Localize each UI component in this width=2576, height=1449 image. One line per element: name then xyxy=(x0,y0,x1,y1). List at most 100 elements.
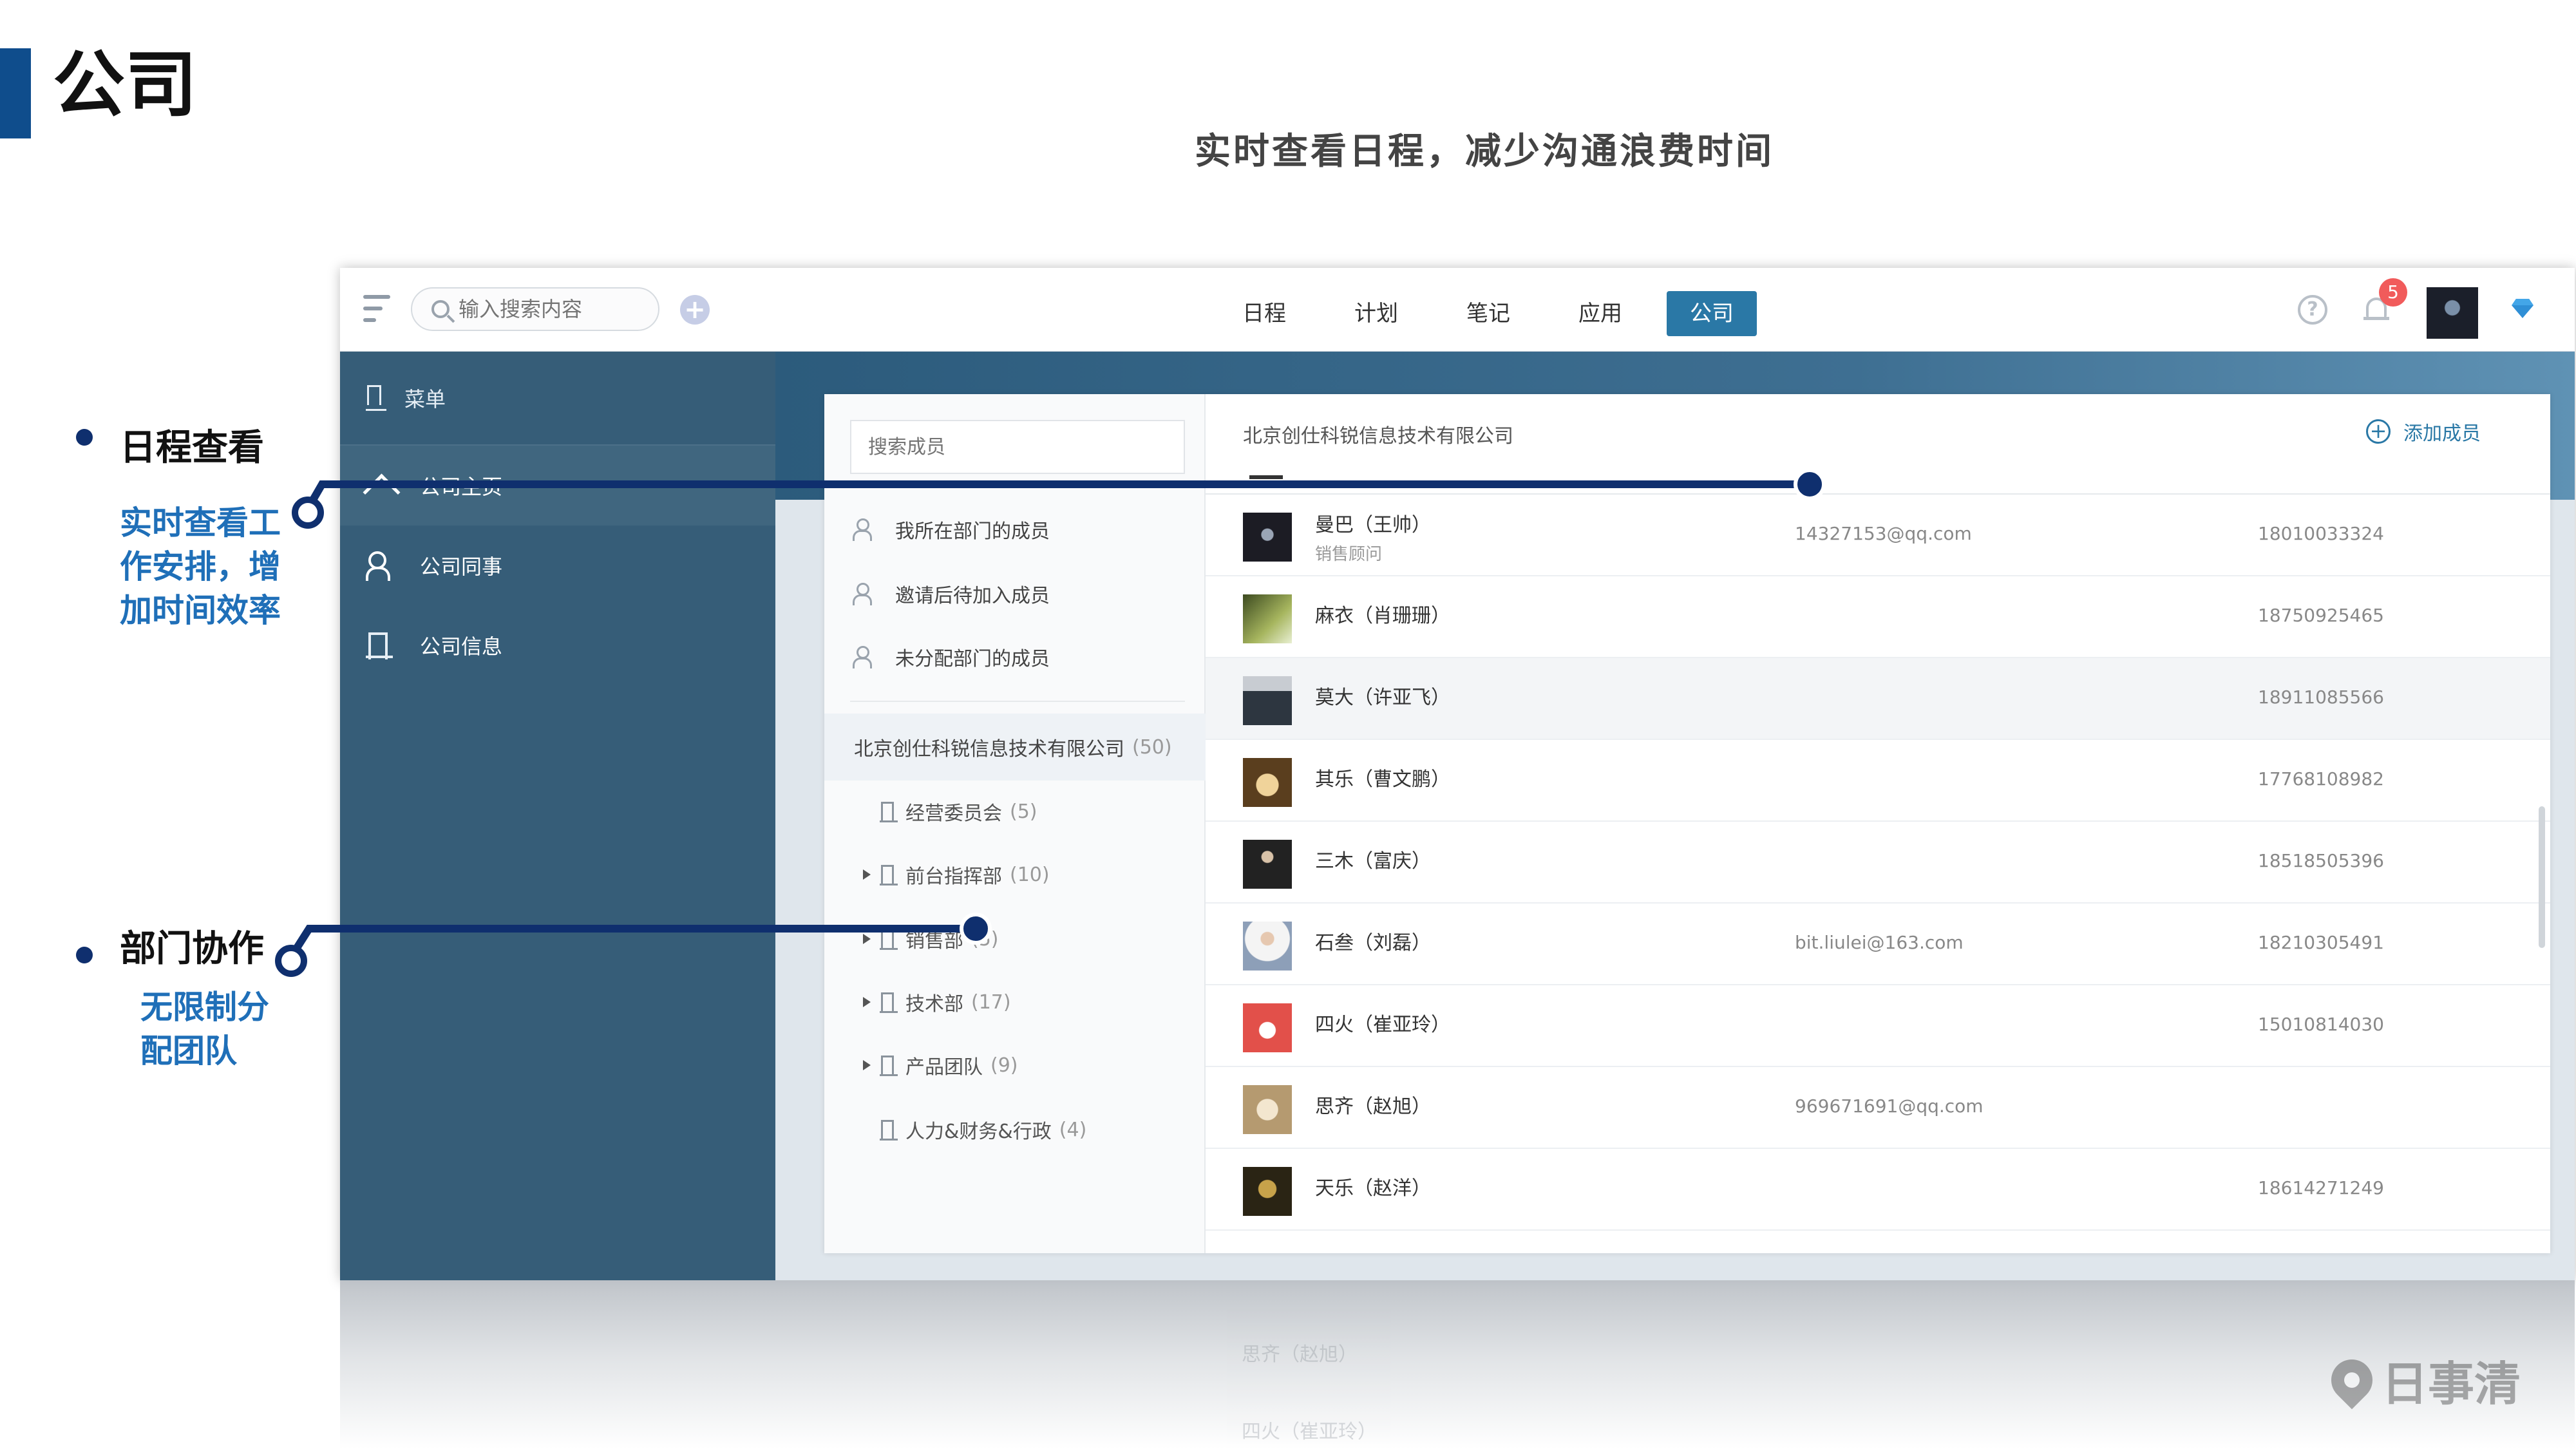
top-bar: + 日程 计划 笔记 应用 公司 ? 5 xyxy=(340,268,2575,352)
company-name: 北京创仕科锐信息技术有限公司 xyxy=(854,738,1124,761)
member-name: 曼巴（王帅） xyxy=(1315,514,1431,536)
dept-item[interactable]: 销售部 (5) xyxy=(863,920,999,958)
member-phone: 18010033324 xyxy=(2258,523,2384,544)
person-icon xyxy=(853,646,872,668)
brand-logo: 日事清 xyxy=(2322,1346,2521,1414)
people-icon xyxy=(366,551,394,581)
member-avatar xyxy=(1243,840,1292,889)
callout-node xyxy=(275,945,307,977)
dept-item[interactable]: 技术部 (17) xyxy=(863,983,1011,1021)
bullet-dot xyxy=(76,947,93,963)
dept-count: (5) xyxy=(971,927,999,951)
member-phone: 18750925465 xyxy=(2258,605,2384,626)
tab-apps[interactable]: 应用 xyxy=(1546,291,1655,336)
global-search[interactable] xyxy=(411,287,659,331)
notification-badge: 5 xyxy=(2379,278,2407,307)
member-row[interactable]: 其乐（曹文鹏） 17768108982 xyxy=(1206,740,2550,822)
add-member-button[interactable]: + 添加成员 xyxy=(2366,417,2481,446)
member-row[interactable]: 石叁（刘磊） bit.liulei@163.com 18210305491 xyxy=(1206,904,2550,985)
category-invited-pending[interactable]: 邀请后待加入成员 xyxy=(853,574,1050,613)
department-column: 我所在部门的成员 邀请后待加入成员 未分配部门的成员 北京创仕科锐信息技术有限公… xyxy=(824,394,1206,1253)
dept-count: (17) xyxy=(971,990,1011,1014)
reflection-text: 四火（崔亚玲） xyxy=(1242,1421,1377,1443)
sidebar-header-label: 菜单 xyxy=(404,387,446,412)
dept-count: (10) xyxy=(1010,863,1050,886)
person-icon xyxy=(853,518,872,541)
feature-description: 实时查看工作安排，增加时间效率 xyxy=(120,504,281,629)
category-label: 未分配部门的成员 xyxy=(895,648,1050,670)
member-list-title: 北京创仕科锐信息技术有限公司 xyxy=(1243,425,1513,448)
bullet-dot xyxy=(76,429,93,446)
app-window: + 日程 计划 笔记 应用 公司 ? 5 菜单 公司主页 公司同事 公司信息 xyxy=(340,268,2575,1280)
add-member-label: 添加成员 xyxy=(2403,422,2481,445)
member-name: 石叁（刘磊） xyxy=(1315,932,1431,954)
sidebar-item-colleagues[interactable]: 公司同事 xyxy=(340,526,775,605)
dept-name: 产品团队 xyxy=(905,1056,983,1079)
brand-name: 日事清 xyxy=(2382,1357,2521,1411)
help-icon[interactable]: ? xyxy=(2298,295,2327,325)
caret-right-icon[interactable] xyxy=(863,1060,871,1070)
caret-right-icon[interactable] xyxy=(863,934,871,944)
person-icon xyxy=(853,583,872,605)
tab-company[interactable]: 公司 xyxy=(1667,291,1757,336)
building-icon xyxy=(880,800,899,822)
main-nav-tabs: 日程 计划 笔记 应用 公司 xyxy=(1209,291,1759,336)
category-unassigned[interactable]: 未分配部门的成员 xyxy=(853,638,1050,676)
member-row[interactable]: 天乐（赵洋） 18614271249 xyxy=(1206,1149,2550,1231)
search-input[interactable] xyxy=(459,297,639,321)
member-row[interactable]: 思齐（赵旭） 969671691@qq.com xyxy=(1206,1067,2550,1149)
tab-plan[interactable]: 计划 xyxy=(1321,291,1431,336)
feature-title: 日程查看 xyxy=(120,427,264,469)
member-search-input[interactable] xyxy=(850,420,1185,474)
dept-name: 前台指挥部 xyxy=(905,866,1002,888)
tab-notes[interactable]: 笔记 xyxy=(1434,291,1543,336)
caret-right-icon[interactable] xyxy=(863,869,871,880)
dept-name: 经营委员会 xyxy=(905,802,1002,825)
member-name: 四火（崔亚玲） xyxy=(1315,1014,1450,1036)
user-avatar[interactable] xyxy=(2427,287,2478,339)
member-row[interactable]: 莫大（许亚飞） 18911085566 xyxy=(1206,658,2550,740)
building-icon xyxy=(880,864,899,886)
diamond-icon[interactable] xyxy=(2512,299,2533,318)
slide-title: 公司 xyxy=(53,43,197,127)
member-phone: 17768108982 xyxy=(2258,768,2384,790)
sidebar-header: 菜单 xyxy=(340,352,775,446)
scrollbar[interactable] xyxy=(2539,806,2545,948)
member-name: 思齐（赵旭） xyxy=(1315,1095,1431,1118)
dept-item[interactable]: 人力&财务&行政 (4) xyxy=(880,1110,1086,1149)
dept-count: (5) xyxy=(1010,800,1037,823)
dept-name: 销售部 xyxy=(905,930,963,952)
building-icon xyxy=(880,928,899,950)
member-avatar xyxy=(1243,594,1292,643)
menu-toggle-icon[interactable] xyxy=(363,295,390,322)
member-phone: 18911085566 xyxy=(2258,687,2384,708)
member-row[interactable]: 曼巴（王帅） 销售顾问 14327153@qq.com 18010033324 xyxy=(1206,495,2550,576)
member-avatar xyxy=(1243,1003,1292,1052)
member-count: (50) xyxy=(1132,735,1172,759)
sidebar-item-company-info[interactable]: 公司信息 xyxy=(340,605,775,685)
sidebar-item-label: 公司信息 xyxy=(420,634,503,659)
member-row[interactable]: 麻衣（肖珊珊） 18750925465 xyxy=(1206,576,2550,658)
add-icon[interactable]: + xyxy=(680,295,710,325)
dept-item[interactable]: 产品团队 (9) xyxy=(863,1046,1018,1084)
member-phone: 18614271249 xyxy=(2258,1177,2384,1198)
caret-right-icon[interactable] xyxy=(863,997,871,1007)
member-row[interactable]: 三木（富庆） 18518505396 xyxy=(1206,822,2550,904)
dept-item[interactable]: 前台指挥部 (10) xyxy=(863,855,1050,894)
member-row[interactable]: 四火（崔亚玲） 15010814030 xyxy=(1206,985,2550,1067)
building-icon xyxy=(366,384,388,412)
sidebar-item-company-home[interactable]: 公司主页 xyxy=(340,446,775,526)
divider xyxy=(850,701,1185,702)
dept-item[interactable]: 经营委员会 (5) xyxy=(880,792,1037,831)
category-my-department[interactable]: 我所在部门的成员 xyxy=(853,510,1050,549)
tab-schedule[interactable]: 日程 xyxy=(1209,291,1319,336)
category-label: 邀请后待加入成员 xyxy=(895,585,1050,607)
sidebar-item-label: 公司主页 xyxy=(420,475,503,499)
company-tree-root[interactable]: 北京创仕科锐信息技术有限公司 (50) xyxy=(824,714,1206,781)
callout-node xyxy=(292,497,324,529)
sidebar: 菜单 公司主页 公司同事 公司信息 xyxy=(340,352,775,1280)
member-avatar xyxy=(1243,758,1292,807)
member-avatar xyxy=(1243,513,1292,562)
member-avatar xyxy=(1243,676,1292,725)
dept-name: 技术部 xyxy=(905,993,963,1016)
